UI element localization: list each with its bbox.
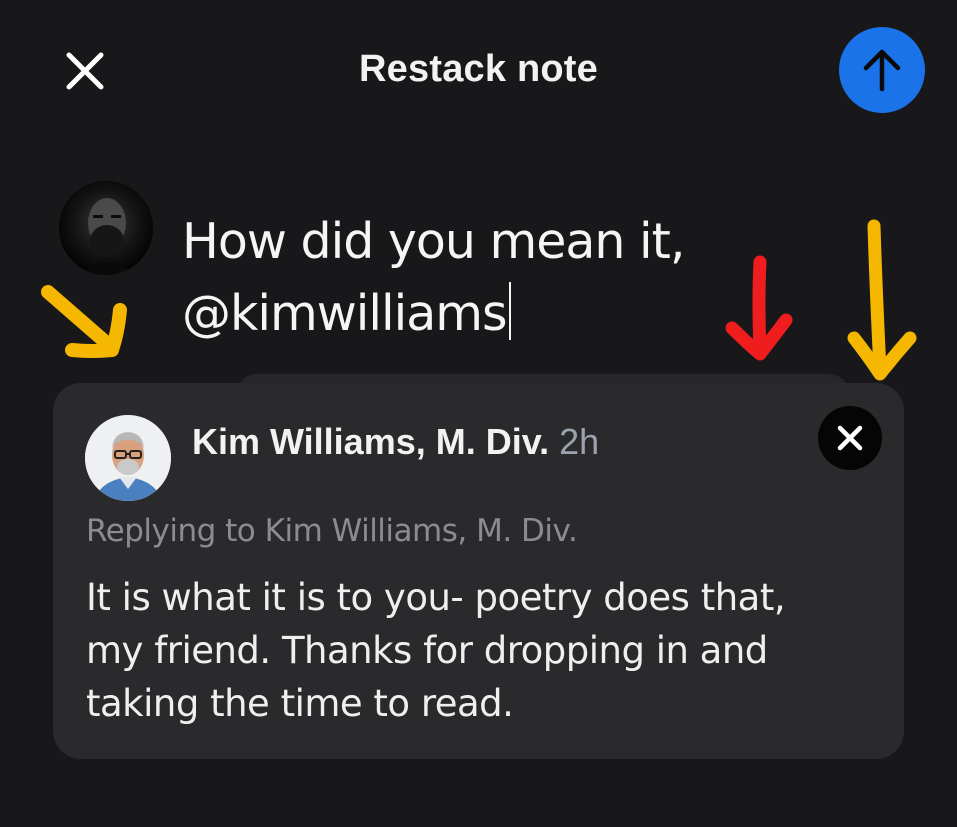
- text-cursor: [508, 282, 511, 340]
- quoted-author-photo: [85, 415, 171, 501]
- close-icon: [837, 425, 863, 451]
- yellow-arrow-annotation-right: [847, 219, 917, 381]
- quoted-author-avatar: [85, 415, 171, 501]
- quoted-note-body: It is what it is to you- poetry does tha…: [86, 571, 876, 730]
- composer-mention: @kimwilliams: [182, 285, 508, 342]
- quoted-body-line: taking the time to read.: [86, 682, 514, 725]
- remove-quote-button[interactable]: [818, 406, 882, 470]
- note-composer[interactable]: How did you mean it, @kimwilliams: [182, 206, 782, 350]
- page-title: Restack note: [359, 48, 598, 90]
- quoted-note-card: Kim Williams, M. Div. 2h Replying to Kim …: [53, 383, 904, 759]
- arrow-up-icon: [863, 49, 901, 92]
- yellow-arrow-annotation-left: [41, 285, 127, 358]
- quoted-body-line: my friend. Thanks for dropping in and: [86, 629, 768, 672]
- composer-line: How did you mean it,: [182, 213, 685, 270]
- post-button[interactable]: [839, 27, 925, 113]
- user-avatar[interactable]: [59, 181, 153, 275]
- quoted-author-name[interactable]: Kim Williams, M. Div.: [192, 421, 549, 462]
- quoted-body-line: It is what it is to you- poetry does tha…: [86, 576, 786, 619]
- replying-to-label: Replying to Kim Williams, M. Div.: [86, 513, 578, 549]
- quoted-note-time: 2h: [559, 421, 600, 462]
- user-avatar-photo: [59, 181, 153, 275]
